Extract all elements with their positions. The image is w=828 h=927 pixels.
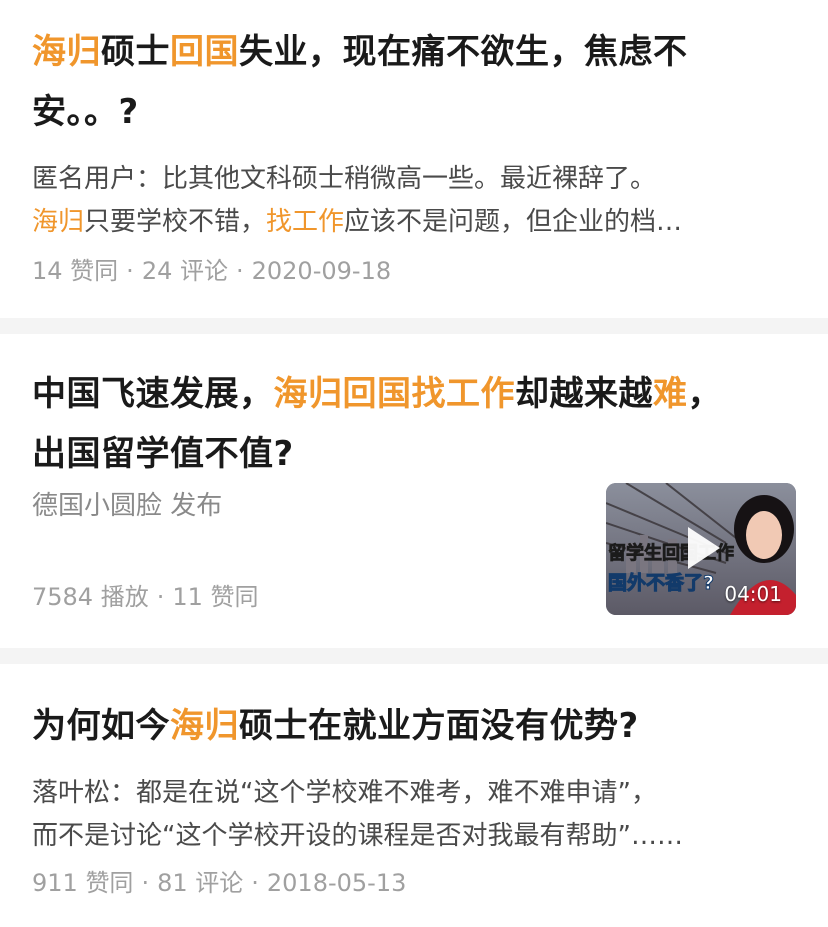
meta-separator: · — [156, 583, 165, 611]
title-text: 硕士 — [101, 32, 170, 72]
video-duration: 04:01 — [724, 582, 782, 606]
result-meta: 14 赞同 · 24 评论 · 2020-09-18 — [32, 256, 391, 286]
title-text: 中国飞速发展， — [32, 374, 274, 414]
title-text: 硕士在就业方面没有优势? — [239, 706, 639, 746]
card-divider — [0, 648, 828, 664]
result-excerpt: 落叶松：都是在说“这个学校难不难考，难不难申请”， 而不是讨论“这个学校开设的课… — [32, 772, 796, 858]
title-text: 安。。? — [32, 92, 139, 132]
comment-count: 24 评论 — [141, 257, 228, 285]
excerpt-text: 只要学校不错， — [84, 207, 267, 237]
like-count: 11 赞同 — [172, 583, 259, 611]
result-meta: 7584 播放 · 11 赞同 — [32, 582, 259, 612]
play-icon[interactable] — [688, 527, 720, 569]
post-date: 2018-05-13 — [266, 869, 407, 897]
result-title[interactable]: 中国飞速发展，海归回国找工作却越来越难， 出国留学值不值? — [32, 364, 792, 484]
title-text: 为何如今 — [32, 706, 170, 746]
video-thumbnail[interactable]: 留学生回国工作 国外不香了? 04:01 — [606, 483, 796, 615]
meta-separator: · — [251, 869, 259, 897]
like-count: 14 赞同 — [32, 257, 119, 285]
post-date: 2020-09-18 — [251, 257, 392, 285]
title-text: 却越来越 — [515, 374, 653, 414]
meta-separator: · — [235, 257, 244, 285]
result-card[interactable]: 海归硕士回国失业，现在痛不欲生，焦虑不 安。。? 匿名用户：比其他文科硕士稍微高一… — [0, 0, 828, 318]
excerpt-highlight: 海归 — [32, 207, 85, 237]
title-highlight: 海归 — [32, 32, 101, 72]
video-author: 德国小圆脸 发布 — [32, 491, 223, 521]
excerpt-text: 应该不是问题，但企业的档… — [344, 207, 683, 237]
title-text: 出国留学值不值? — [32, 434, 294, 474]
excerpt-line: 落叶松：都是在说“这个学校难不难考，难不难申请”， — [32, 778, 657, 808]
title-highlight: 海归 — [170, 706, 239, 746]
like-count: 911 赞同 — [32, 869, 134, 897]
card-divider — [0, 318, 828, 334]
search-results-feed: 海归硕士回国失业，现在痛不欲生，焦虑不 安。。? 匿名用户：比其他文科硕士稍微高一… — [0, 0, 828, 927]
result-card[interactable]: 为何如今海归硕士在就业方面没有优势? 落叶松：都是在说“这个学校难不难考，难不难… — [0, 664, 828, 927]
title-highlight: 海归回国找工作 — [273, 374, 515, 414]
thumbnail-caption: 国外不香了? — [608, 571, 714, 594]
excerpt-line: 而不是讨论“这个学校开设的课程是否对我最有帮助”…… — [32, 821, 683, 851]
title-text: 失业，现在痛不欲生，焦虑不 — [239, 32, 688, 72]
result-card-video[interactable]: 中国飞速发展，海归回国找工作却越来越难， 出国留学值不值? 德国小圆脸 发布 75… — [0, 334, 828, 648]
excerpt-line: 匿名用户：比其他文科硕士稍微高一些。最近裸辞了。 — [32, 164, 657, 194]
result-meta: 911 赞同 · 81 评论 · 2018-05-13 — [32, 868, 406, 898]
title-highlight: 回国 — [170, 32, 239, 72]
meta-separator: · — [141, 869, 150, 897]
excerpt-highlight: 找工作 — [266, 207, 345, 237]
meta-separator: · — [126, 257, 134, 285]
excerpt-line: 海归只要学校不错，找工作应该不是问题，但企业的档… — [32, 201, 796, 244]
comment-count: 81 评论 — [157, 869, 244, 897]
title-text: ， — [687, 374, 722, 414]
result-title[interactable]: 海归硕士回国失业，现在痛不欲生，焦虑不安。。? — [32, 22, 792, 142]
result-excerpt: 匿名用户：比其他文科硕士稍微高一些。最近裸辞了。 海归只要学校不错，找工作应该不… — [32, 158, 796, 244]
play-count: 7584 播放 — [32, 583, 149, 611]
title-highlight: 难 — [653, 374, 688, 414]
result-title[interactable]: 为何如今海归硕士在就业方面没有优势? — [32, 696, 792, 756]
